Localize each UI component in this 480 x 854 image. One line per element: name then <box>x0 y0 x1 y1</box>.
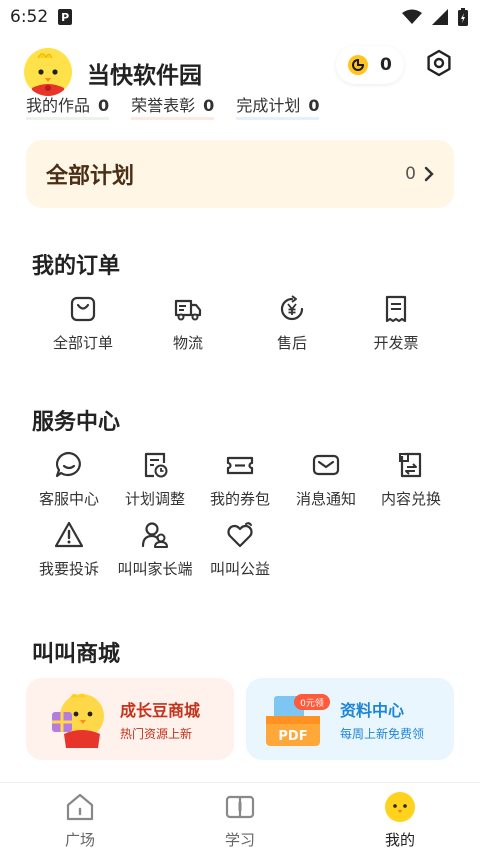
resource-center-card[interactable]: 0元领 PDF 资料中心 每周上新免费领 <box>246 678 454 760</box>
mall-card-title: 资料中心 <box>340 700 405 720</box>
bag-icon <box>70 296 96 322</box>
chat-icon <box>55 451 81 478</box>
truck-icon <box>174 299 202 321</box>
service-item-label: 计划调整 <box>124 490 185 508</box>
app-notification-icon: P <box>58 9 73 25</box>
order-item-label: 全部订单 <box>52 334 113 352</box>
invoice-icon <box>385 295 407 323</box>
all-plans-card[interactable]: 全部计划 0 <box>26 140 454 208</box>
plan-clock-icon <box>144 452 168 478</box>
bottom-tab-bar: 广场 学习 我的 <box>0 782 480 854</box>
order-invoice-button[interactable]: 开发票 <box>351 294 441 353</box>
order-all-button[interactable]: 全部订单 <box>38 294 128 353</box>
stat-works[interactable]: 我的作品 0 <box>26 92 110 120</box>
service-plan-adjust-button[interactable]: 计划调整 <box>110 450 200 509</box>
stat-honors[interactable]: 荣誉表彰 0 <box>131 92 215 120</box>
home-icon <box>66 793 94 821</box>
battery-icon <box>458 8 468 26</box>
service-complaint-button[interactable]: 我要投诉 <box>24 520 114 579</box>
wifi-icon <box>402 9 422 24</box>
avatar[interactable] <box>24 48 72 96</box>
yen-return-icon <box>280 295 304 321</box>
orders-section-title: 我的订单 <box>32 254 121 279</box>
order-item-label: 售后 <box>276 334 307 352</box>
pdf-label-text: PDF <box>278 729 307 744</box>
book-icon <box>225 795 255 819</box>
order-item-label: 物流 <box>172 334 203 352</box>
stat-label: 荣誉表彰 <box>131 96 196 115</box>
exchange-icon <box>399 452 422 478</box>
service-notifications-button[interactable]: 消息通知 <box>281 450 371 509</box>
parent-icon <box>141 522 168 548</box>
coin-balance-button[interactable]: 0 <box>336 46 404 84</box>
plan-count: 0 <box>405 164 416 184</box>
chick-avatar-icon <box>24 48 72 96</box>
growth-bean-mall-card[interactable]: 成长豆商城 热门资源上新 <box>26 678 234 760</box>
tab-label: 我的 <box>384 831 415 849</box>
pdf-box-illustration: 0元领 PDF <box>260 682 334 756</box>
mail-icon <box>312 454 340 476</box>
tab-label: 学习 <box>224 831 255 849</box>
service-item-label: 客服中心 <box>38 490 99 508</box>
chevron-right-icon <box>424 166 434 182</box>
coupon-icon <box>226 456 254 475</box>
service-item-label: 叫叫家长端 <box>117 560 193 578</box>
settings-icon[interactable] <box>424 48 454 78</box>
chick-face-icon <box>385 792 415 822</box>
mall-section-title: 叫叫商城 <box>32 642 121 667</box>
tab-square[interactable]: 广场 <box>0 783 160 854</box>
tab-study[interactable]: 学习 <box>160 783 320 854</box>
username[interactable]: 当快软件园 <box>87 56 202 90</box>
stats-row: 我的作品 0 荣誉表彰 0 完成计划 0 <box>26 92 320 120</box>
stat-value: 0 <box>98 96 110 115</box>
status-time: 6:52 <box>10 7 49 27</box>
chick-gift-illustration <box>40 682 114 756</box>
service-item-label: 内容兑换 <box>380 490 441 508</box>
plan-title: 全部计划 <box>46 164 135 189</box>
charity-icon <box>227 522 253 548</box>
status-bar: 6:52 P <box>0 0 480 34</box>
stat-label: 完成计划 <box>236 96 301 115</box>
coin-icon <box>348 55 368 75</box>
service-charity-button[interactable]: 叫叫公益 <box>195 520 285 579</box>
service-item-label: 叫叫公益 <box>209 560 270 578</box>
services-section-title: 服务中心 <box>32 410 121 435</box>
order-aftersale-button[interactable]: 售后 <box>247 294 337 353</box>
mall-card-title: 成长豆商城 <box>120 700 201 720</box>
order-item-label: 开发票 <box>373 334 419 352</box>
service-coupons-button[interactable]: 我的券包 <box>195 450 285 509</box>
warning-icon <box>54 521 84 548</box>
service-item-label: 消息通知 <box>295 490 356 508</box>
stat-value: 0 <box>308 96 320 115</box>
service-item-label: 我的券包 <box>209 490 270 508</box>
stat-completed-plans[interactable]: 完成计划 0 <box>236 92 320 120</box>
tab-label: 广场 <box>64 831 95 849</box>
order-logistics-button[interactable]: 物流 <box>143 294 233 353</box>
service-item-label: 我要投诉 <box>38 560 99 578</box>
coin-count: 0 <box>380 55 392 75</box>
tab-mine[interactable]: 我的 <box>320 783 480 854</box>
mall-card-subtitle: 热门资源上新 <box>120 726 193 741</box>
service-parent-app-button[interactable]: 叫叫家长端 <box>110 520 200 579</box>
free-badge-text: 0元领 <box>300 697 324 709</box>
stat-value: 0 <box>203 96 215 115</box>
signal-icon <box>432 9 448 25</box>
stat-label: 我的作品 <box>26 96 91 115</box>
service-content-exchange-button[interactable]: 内容兑换 <box>366 450 456 509</box>
mall-card-subtitle: 每周上新免费领 <box>340 726 425 741</box>
service-customer-support-button[interactable]: 客服中心 <box>24 450 114 509</box>
